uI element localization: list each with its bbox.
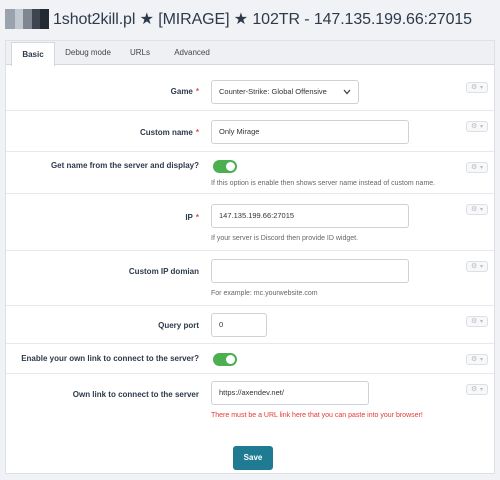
row-settings-button[interactable]: ⚙ ▾ [466, 204, 488, 215]
tab-basic[interactable]: Basic [11, 42, 55, 66]
custom-name-row: Custom name * Only Mirage ⚙ ▾ [6, 111, 494, 152]
gear-icon: ⚙ [471, 263, 478, 270]
custom-name-input[interactable]: Only Mirage [211, 120, 409, 144]
row-settings-button[interactable]: ⚙ ▾ [466, 384, 488, 395]
row-settings-button[interactable]: ⚙ ▾ [466, 82, 488, 93]
own-link-enable-row: Enable your own link to connect to the s… [6, 344, 494, 374]
own-link-enable-label: Enable your own link to connect to the s… [21, 354, 199, 363]
ip-row: IP * 147.135.199.66:27015 If your server … [6, 194, 494, 251]
game-label: Game * [170, 87, 199, 96]
query-port-input[interactable]: 0 [211, 313, 267, 337]
game-select[interactable]: Counter-Strike: Global Offensive [211, 80, 359, 104]
custom-ip-domain-row: Custom IP domian For example: mc.yourweb… [6, 251, 494, 306]
save-button[interactable]: Save [233, 446, 273, 470]
toggle-knob [226, 355, 235, 364]
gear-icon: ⚙ [471, 84, 478, 91]
settings-panel: Basic Debug mode URLs Advanced Game * Cou… [5, 40, 495, 474]
tab-advanced[interactable]: Advanced [163, 41, 221, 65]
game-row: Game * Counter-Strike: Global Offensive ⚙… [6, 66, 494, 111]
page-title: 1shot2kill.pl ★ [MIRAGE] ★ 102TR - 147.1… [53, 11, 472, 28]
ip-label: IP * [185, 213, 199, 222]
server-logo [5, 9, 49, 29]
page-header: 1shot2kill.pl ★ [MIRAGE] ★ 102TR - 147.1… [0, 0, 500, 40]
gear-icon: ⚙ [471, 206, 478, 213]
own-link-input[interactable]: https://axendev.net/ [211, 381, 369, 405]
chevron-down-icon: ▾ [480, 387, 484, 393]
custom-ip-domain-input[interactable] [211, 259, 409, 283]
get-name-toggle[interactable] [213, 160, 237, 173]
toggle-knob [226, 162, 235, 171]
tab-urls[interactable]: URLs [120, 41, 160, 65]
ip-help: If your server is Discord then provide I… [211, 235, 359, 242]
custom-ip-domain-label: Custom IP domian [128, 267, 199, 276]
query-port-label: Query port [158, 321, 199, 330]
row-settings-button[interactable]: ⚙ ▾ [466, 354, 488, 365]
own-link-label: Own link to connect to the server [72, 390, 199, 399]
get-name-help: If this option is enable then shows serv… [211, 180, 436, 187]
query-port-row: Query port 0 ⚙ ▾ [6, 306, 494, 344]
chevron-down-icon: ▾ [480, 319, 484, 325]
ip-input[interactable]: 147.135.199.66:27015 [211, 204, 409, 228]
row-settings-button[interactable]: ⚙ ▾ [466, 121, 488, 132]
tab-debug-mode[interactable]: Debug mode [58, 41, 118, 65]
row-settings-button[interactable]: ⚙ ▾ [466, 261, 488, 272]
own-link-error: There must be a URL link here that you c… [211, 412, 423, 419]
chevron-down-icon: ▾ [480, 85, 484, 91]
tab-bar: Basic Debug mode URLs Advanced [6, 41, 494, 66]
get-name-label: Get name from the server and display? [50, 161, 199, 170]
chevron-down-icon: ▾ [480, 207, 484, 213]
chevron-down-icon [343, 89, 351, 95]
chevron-down-icon: ▾ [480, 165, 484, 171]
chevron-down-icon: ▾ [480, 357, 484, 363]
gear-icon: ⚙ [471, 386, 478, 393]
row-settings-button[interactable]: ⚙ ▾ [466, 162, 488, 173]
gear-icon: ⚙ [471, 123, 478, 130]
get-name-row: Get name from the server and display? If… [6, 152, 494, 194]
own-link-enable-toggle[interactable] [213, 353, 237, 366]
gear-icon: ⚙ [471, 356, 478, 363]
game-select-value: Counter-Strike: Global Offensive [219, 87, 327, 96]
gear-icon: ⚙ [471, 318, 478, 325]
custom-name-label: Custom name * [139, 128, 199, 137]
own-link-row: Own link to connect to the server https:… [6, 374, 494, 433]
chevron-down-icon: ▾ [480, 124, 484, 130]
row-settings-button[interactable]: ⚙ ▾ [466, 316, 488, 327]
chevron-down-icon: ▾ [480, 264, 484, 270]
custom-ip-domain-help: For example: mc.yourwebsite.com [211, 290, 318, 297]
gear-icon: ⚙ [471, 164, 478, 171]
